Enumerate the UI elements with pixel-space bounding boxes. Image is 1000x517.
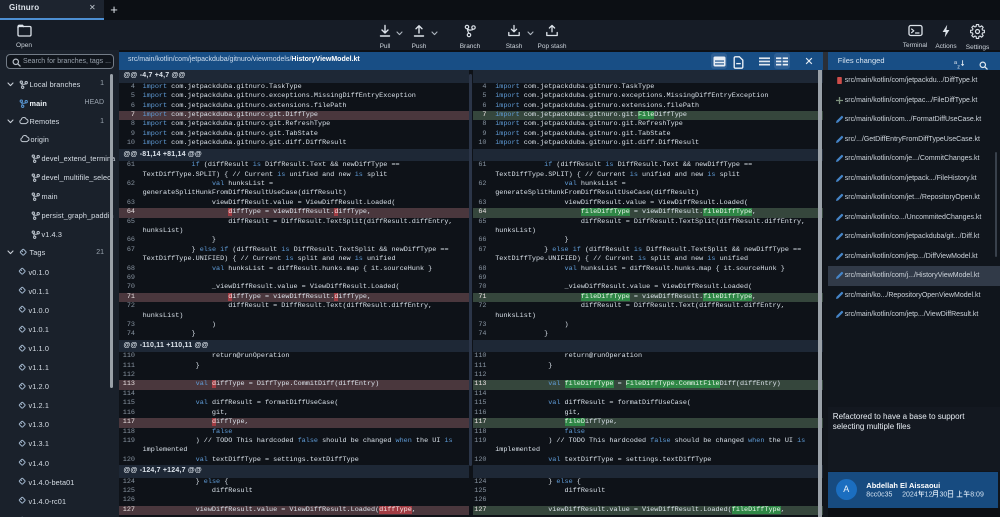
svg-text:z: z (957, 65, 960, 69)
